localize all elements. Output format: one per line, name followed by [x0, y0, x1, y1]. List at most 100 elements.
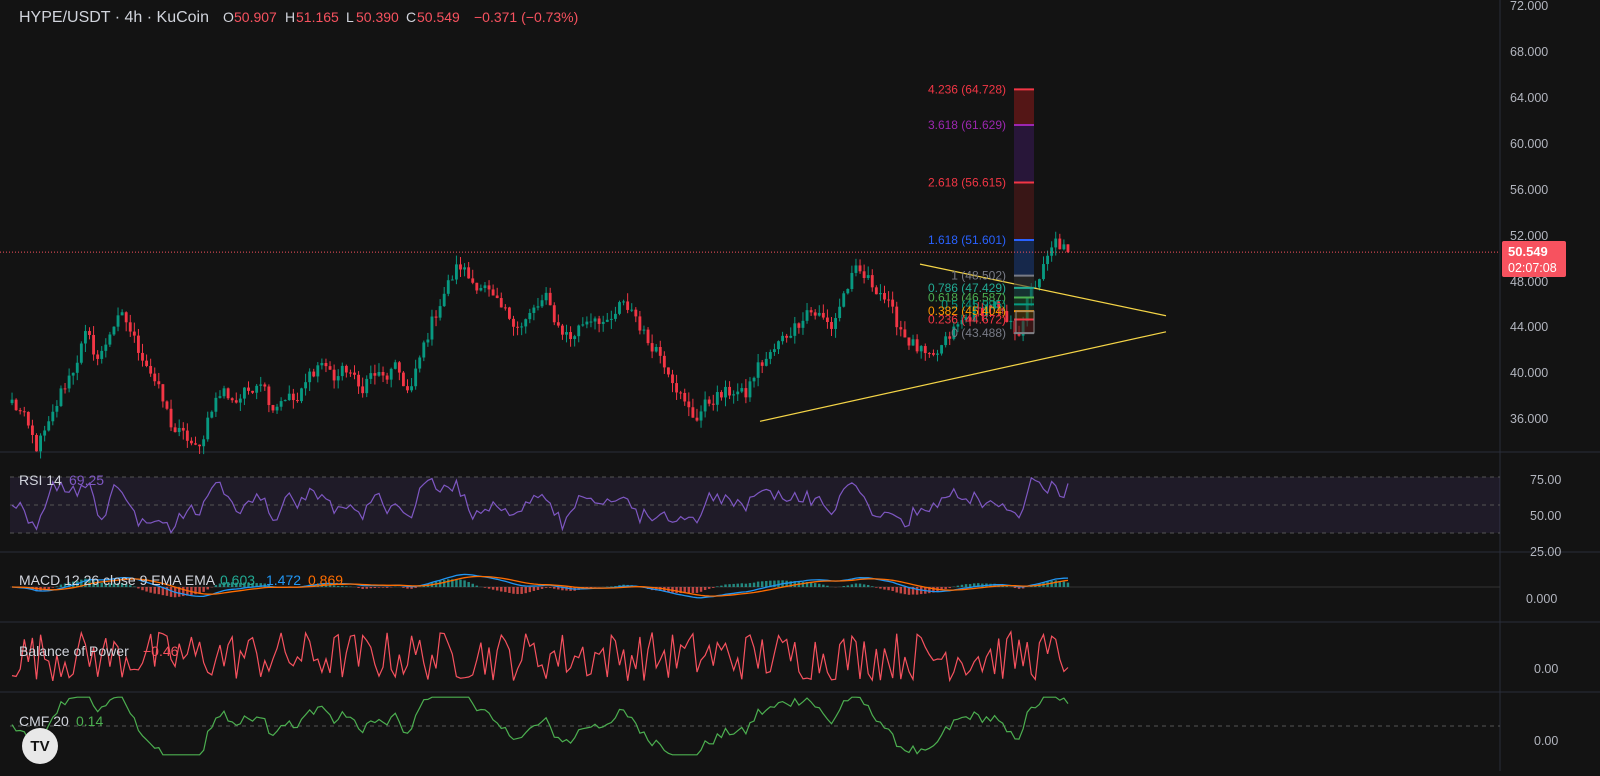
candle-body: [1054, 238, 1058, 248]
candle-body: [26, 411, 30, 426]
fib-level-label: 4.236 (64.728): [928, 82, 1006, 96]
candle-body: [100, 350, 104, 359]
cmf-pane: [10, 696, 1500, 757]
price-tick: 44.000: [1510, 320, 1548, 334]
candle-body: [760, 362, 764, 366]
candle-body: [389, 368, 393, 380]
candle-body: [369, 373, 373, 379]
candle-body: [899, 327, 903, 330]
candle-body: [332, 369, 336, 381]
candle-body: [434, 316, 438, 318]
candle-body: [446, 280, 450, 294]
low-value: 50.390: [356, 9, 399, 25]
candle-body: [128, 322, 132, 332]
candle-body: [255, 385, 259, 393]
candle-body: [271, 405, 275, 411]
candle-body: [532, 307, 536, 313]
candle-body: [377, 371, 381, 376]
candle-body: [450, 279, 454, 281]
candle-body: [581, 324, 585, 326]
chart-canvas[interactable]: 4.236 (64.728) 3.618 (61.629) 2.618 (56.61…: [0, 0, 1600, 771]
candle-body: [601, 321, 605, 324]
rsi-title[interactable]: RSI 14: [19, 472, 62, 488]
chart-header: HYPE/USDT · 4h · KuCoin O 50.907 H 51.16…: [19, 9, 578, 26]
candle-body: [414, 368, 418, 387]
symbol-title[interactable]: HYPE/USDT · 4h · KuCoin: [19, 9, 209, 26]
candle-body: [10, 399, 14, 404]
trading-chart[interactable]: 4.236 (64.728) 3.618 (61.629) 2.618 (56.61…: [0, 0, 1600, 771]
candle-body: [491, 289, 495, 296]
candle-body: [308, 371, 312, 383]
candle-body: [638, 316, 642, 331]
cmf-title[interactable]: CMF 20: [19, 713, 69, 729]
candle-body: [548, 292, 552, 306]
candle-body: [108, 334, 112, 345]
candle-body: [463, 267, 467, 270]
candle-body: [691, 407, 695, 418]
candle-series: [10, 231, 1070, 459]
indicator-axis-ticks: 75.00 50.00 25.00 0.000 0.00 0.00: [1526, 473, 1561, 748]
last-price-value: 50.549: [1508, 244, 1548, 259]
candle-body: [373, 373, 377, 376]
candle-body: [577, 325, 581, 337]
candle-body: [459, 264, 462, 270]
candle-body: [283, 400, 287, 402]
candle-body: [116, 315, 120, 327]
price-tick: 56.000: [1510, 183, 1548, 197]
candle-body: [75, 362, 79, 373]
candle-body: [79, 343, 83, 363]
candle-body: [177, 427, 181, 433]
macd-value-signal: 0.869: [308, 572, 343, 588]
fib-level-label: 2.618 (56.615): [928, 176, 1006, 190]
candle-body: [479, 288, 483, 291]
rsi-tick: 50.00: [1530, 509, 1561, 523]
candle-body: [605, 319, 609, 322]
candle-body: [940, 345, 944, 354]
tradingview-logo[interactable]: TV: [22, 728, 58, 764]
candle-body: [650, 343, 654, 352]
fib-zone: [1014, 89, 1034, 125]
candle-body: [165, 401, 169, 409]
candle-body: [112, 326, 116, 335]
candle-body: [401, 372, 405, 387]
candle-body: [613, 313, 617, 319]
candle-body: [870, 275, 874, 288]
candle-body: [104, 344, 108, 351]
candle-body: [1037, 279, 1041, 288]
candle-body: [14, 399, 18, 411]
candle-body: [198, 444, 202, 447]
candle-body: [565, 332, 568, 335]
low-key: L: [346, 9, 354, 25]
candle-body: [895, 306, 899, 328]
candle-body: [850, 272, 854, 290]
close-value: 50.549: [417, 9, 460, 25]
bop-title[interactable]: Balance of Power: [19, 643, 129, 659]
candle-body: [410, 386, 414, 391]
candle-body: [499, 298, 503, 308]
fib-zone: [1014, 240, 1034, 276]
candle-body: [589, 321, 593, 323]
bop-tick: 0.00: [1534, 662, 1558, 676]
support-trendline: [759, 331, 1167, 422]
candle-body: [43, 430, 47, 436]
candle-body: [218, 396, 222, 398]
candle-body: [1009, 320, 1013, 323]
candle-body: [862, 271, 866, 278]
macd-tick: 0.000: [1526, 592, 1557, 606]
candle-body: [887, 299, 891, 301]
candle-body: [809, 310, 813, 313]
macd-title[interactable]: MACD 12 26 close 9 EMA EMA: [19, 572, 216, 588]
macd-value-hist: 0.603: [220, 572, 255, 588]
candle-body: [622, 301, 626, 303]
fib-level-label: 1.618 (51.601): [928, 233, 1006, 247]
candle-body: [695, 417, 699, 421]
fib-zone: [1014, 319, 1034, 334]
candle-body: [846, 289, 850, 294]
candle-body: [777, 341, 780, 350]
candle-body: [789, 335, 793, 338]
candle-body: [630, 309, 634, 311]
candle-body: [173, 427, 177, 433]
candle-body: [524, 319, 528, 327]
candle-body: [39, 435, 43, 452]
price-tick: 72.000: [1510, 0, 1548, 13]
